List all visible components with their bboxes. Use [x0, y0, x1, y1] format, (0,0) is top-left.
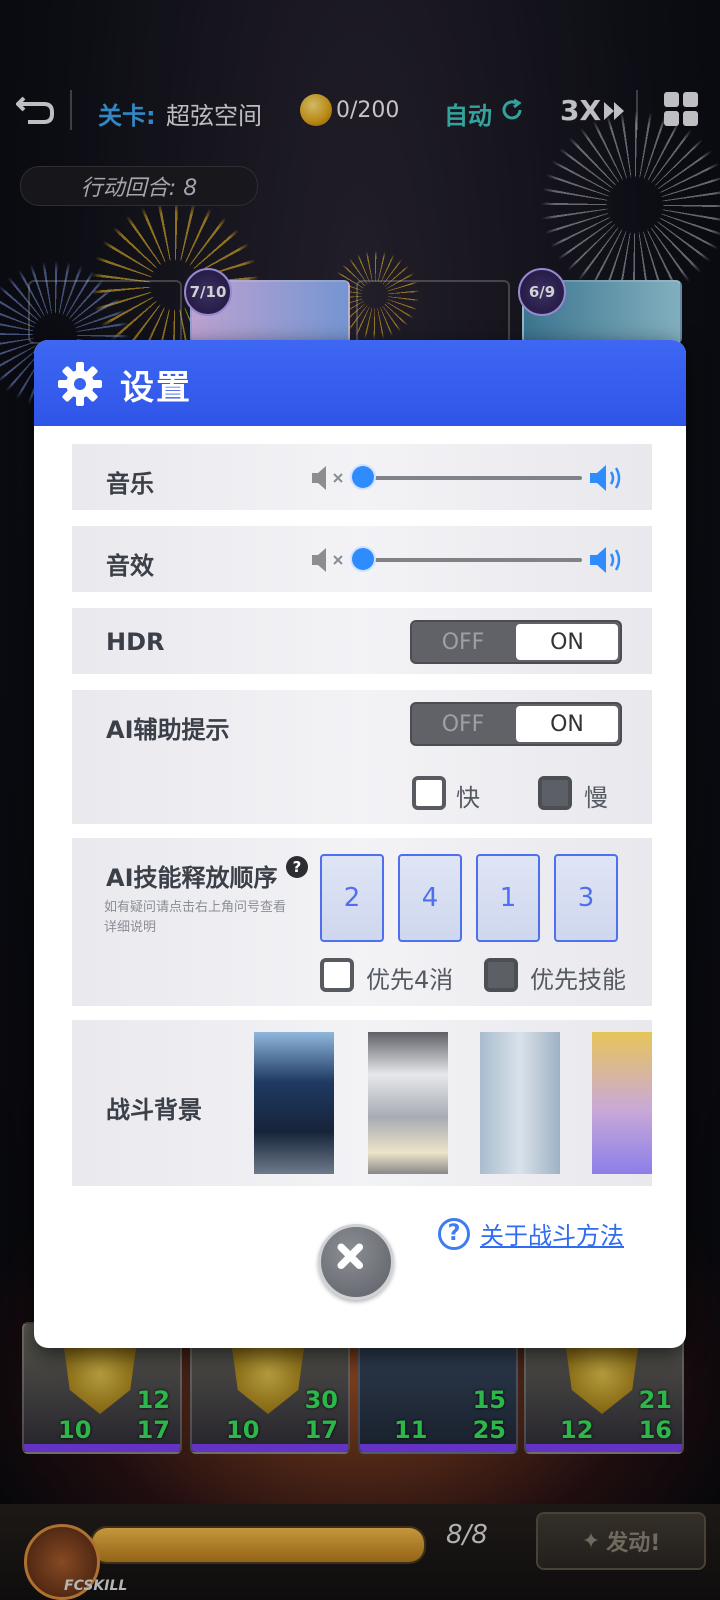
- battle-bg-option[interactable]: [480, 1032, 560, 1174]
- prefer-match4-label: 优先4消: [366, 966, 454, 994]
- dialog-title: 设置: [120, 368, 192, 408]
- ai-order-row: AI技能释放顺序 ? 如有疑问请点击右上角问号查看详细说明 2 4 1 3 优先…: [72, 838, 652, 1006]
- help-icon: ?: [438, 1217, 470, 1250]
- battle-bg-row: 战斗背景: [72, 1020, 652, 1186]
- prefer-skill-checkbox[interactable]: [484, 958, 518, 992]
- ai-hint-off-option[interactable]: OFF: [412, 704, 514, 744]
- ai-order-label: AI技能释放顺序: [106, 864, 278, 892]
- order-slot[interactable]: 2: [320, 854, 384, 942]
- music-slider-track[interactable]: [362, 476, 582, 480]
- fast-label: 快: [456, 784, 480, 812]
- hdr-row: HDR OFF ON: [72, 608, 652, 674]
- order-slot[interactable]: 1: [476, 854, 540, 942]
- battle-bg-option[interactable]: [592, 1032, 652, 1174]
- order-slot[interactable]: 4: [398, 854, 462, 942]
- hdr-toggle[interactable]: OFF ON: [410, 620, 622, 664]
- gear-icon: [58, 362, 102, 406]
- dialog-header: 设置: [34, 340, 686, 426]
- volume-icon[interactable]: [588, 544, 626, 576]
- sfx-label: 音效: [106, 552, 154, 580]
- settings-dialog: 设置 音乐 音效 HDR OFF ON AI辅助提示 OFF ON 快 慢 AI…: [34, 340, 686, 1348]
- close-icon: [337, 1243, 364, 1270]
- ai-hint-on-option[interactable]: ON: [516, 706, 618, 742]
- prefer-match4-checkbox[interactable]: [320, 958, 354, 992]
- sfx-row: 音效: [72, 526, 652, 592]
- close-button[interactable]: [318, 1224, 394, 1300]
- slow-checkbox[interactable]: [538, 776, 572, 810]
- ai-hint-label: AI辅助提示: [106, 716, 230, 744]
- slow-label: 慢: [584, 784, 608, 812]
- sfx-slider-knob[interactable]: [352, 548, 374, 570]
- battle-bg-label: 战斗背景: [106, 1096, 202, 1124]
- volume-icon[interactable]: [588, 462, 626, 494]
- hdr-off-option[interactable]: OFF: [412, 622, 514, 662]
- fast-checkbox[interactable]: [412, 776, 446, 810]
- help-link-text[interactable]: 关于战斗方法: [480, 1216, 624, 1251]
- music-row: 音乐: [72, 444, 652, 510]
- ai-hint-row: AI辅助提示 OFF ON 快 慢: [72, 690, 652, 824]
- mute-icon[interactable]: [310, 546, 350, 574]
- order-slot[interactable]: 3: [554, 854, 618, 942]
- ai-order-note: 如有疑问请点击右上角问号查看详细说明: [104, 900, 287, 935]
- battle-bg-option[interactable]: [254, 1032, 334, 1174]
- music-label: 音乐: [106, 470, 154, 498]
- sfx-slider-track[interactable]: [362, 558, 582, 562]
- battle-bg-option[interactable]: [368, 1032, 448, 1174]
- ai-hint-toggle[interactable]: OFF ON: [410, 702, 622, 746]
- question-icon[interactable]: ?: [286, 856, 308, 878]
- music-slider-knob[interactable]: [352, 466, 374, 488]
- hdr-label: HDR: [106, 628, 165, 656]
- prefer-skill-label: 优先技能: [530, 966, 626, 994]
- battle-help-link[interactable]: ? 关于战斗方法: [438, 1216, 624, 1251]
- mute-icon[interactable]: [310, 464, 350, 492]
- hdr-on-option[interactable]: ON: [516, 624, 618, 660]
